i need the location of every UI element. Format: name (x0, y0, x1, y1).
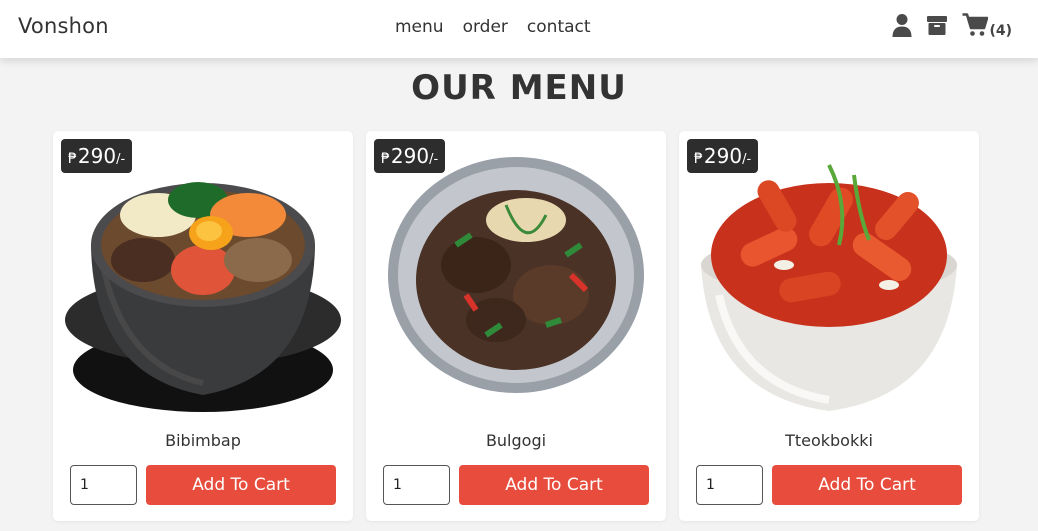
quantity-input[interactable] (70, 465, 137, 505)
add-to-cart-button[interactable]: Add To Cart (459, 465, 649, 505)
price-tag: ₱ 290 /- (61, 139, 133, 173)
price-suffix: /- (742, 152, 752, 167)
nav-item-order[interactable]: order (463, 17, 508, 37)
currency-symbol: ₱ (68, 151, 77, 167)
price-value: 290 (77, 144, 117, 168)
top-header: Vonshon menu order contact (4) (0, 0, 1038, 58)
page-title: OUR MENU (411, 68, 627, 108)
currency-symbol: ₱ (694, 151, 703, 167)
price-suffix: /- (429, 152, 439, 167)
main-nav: menu order contact (395, 17, 591, 37)
nav-item-contact[interactable]: contact (527, 17, 591, 37)
header-icons: (4) (892, 13, 1012, 39)
cart-count-badge: (4) (989, 23, 1012, 39)
price-value: 290 (703, 144, 743, 168)
bibimbap-image (65, 182, 341, 412)
menu-card-bibimbap: ₱ 290 /- Bibimbap Add To Cart (53, 131, 353, 521)
user-icon[interactable] (892, 13, 912, 37)
cart-icon (962, 13, 989, 36)
nav-item-menu[interactable]: menu (395, 17, 444, 37)
menu-card-tteokbokki: ₱ 290 /- Tteokbokki Add To Cart (679, 131, 979, 521)
price-value: 290 (390, 144, 430, 168)
currency-symbol: ₱ (381, 151, 390, 167)
bulgogi-image (388, 157, 644, 393)
quantity-input[interactable] (696, 465, 763, 505)
tteokbokki-image (701, 164, 957, 411)
item-name: Bibimbap (165, 431, 241, 450)
price-suffix: /- (116, 152, 126, 167)
price-tag: ₱ 290 /- (374, 139, 446, 173)
add-to-cart-button[interactable]: Add To Cart (146, 465, 336, 505)
item-name: Bulgogi (485, 431, 547, 450)
logo[interactable]: Vonshon (18, 14, 109, 38)
menu-card-bulgogi: ₱ 290 /- Bulgogi Add To Cart (366, 131, 666, 521)
quantity-input[interactable] (383, 465, 450, 505)
add-to-cart-button[interactable]: Add To Cart (772, 465, 962, 505)
item-name: Tteokbokki (785, 431, 873, 450)
cart-button[interactable]: (4) (962, 13, 1012, 39)
price-tag: ₱ 290 /- (687, 139, 759, 173)
box-icon[interactable] (926, 14, 948, 36)
